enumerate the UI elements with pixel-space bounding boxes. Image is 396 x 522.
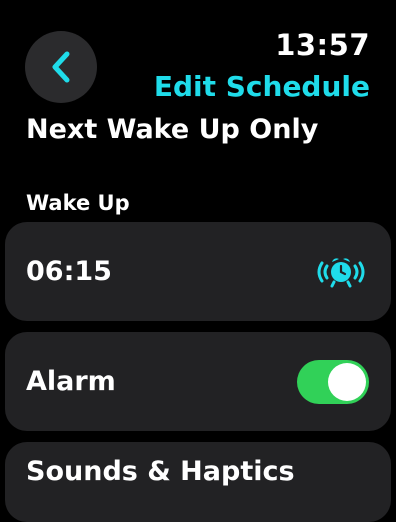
chevron-left-icon (50, 50, 72, 84)
wake-up-time: 06:15 (26, 256, 112, 287)
back-button[interactable] (25, 31, 97, 103)
wake-up-time-row[interactable]: 06:15 (5, 222, 391, 321)
edit-schedule-title[interactable]: Edit Schedule (154, 70, 370, 103)
alarm-clock-icon (313, 255, 369, 289)
alarm-row[interactable]: Alarm (5, 332, 391, 431)
status-time: 13:57 (275, 28, 370, 62)
wake-up-section-label: Wake Up (26, 191, 130, 215)
sounds-haptics-row[interactable]: Sounds & Haptics (5, 442, 391, 522)
page-title: Next Wake Up Only (26, 114, 319, 145)
alarm-label: Alarm (26, 366, 116, 397)
alarm-toggle-knob (328, 362, 366, 401)
alarm-toggle[interactable] (297, 359, 369, 404)
sounds-haptics-label: Sounds & Haptics (26, 456, 295, 487)
